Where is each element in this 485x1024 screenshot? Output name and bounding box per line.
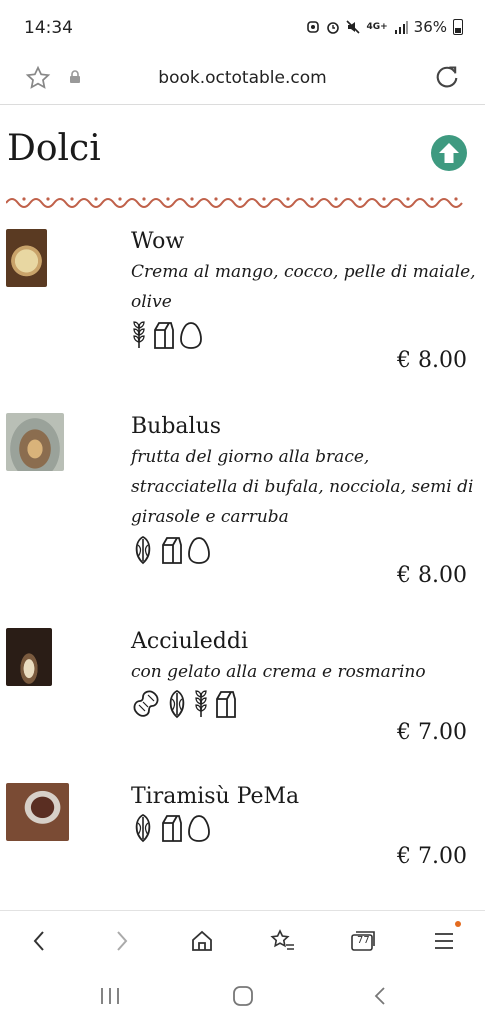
page-title: Dolci [7,128,101,169]
item-photo [6,229,47,287]
allergen-icons [131,320,203,350]
milk-carton-icon [216,691,236,718]
back-arrow-icon [374,987,385,1005]
egg-icon [188,537,210,564]
chevron-left-icon [33,931,44,951]
system-navigation-bar [0,968,485,1024]
peanut-icon [133,690,159,717]
item-name: Wow [131,229,185,254]
wheat-icon [133,321,145,348]
bookmarks-star-icon [270,929,294,950]
home-icon [192,930,212,951]
item-photo [6,628,52,686]
item-description: Crema al mango, cocco, pelle di maiale, … [131,262,476,312]
status-bar: 14:34 4G+ 36% [0,0,485,56]
item-price: € 7.00 [397,720,467,745]
nut-icon [169,689,185,719]
status-icons: 4G+ 36% [306,18,463,36]
chevron-right-icon [117,931,128,951]
home-circle-icon [233,986,253,1006]
milk-carton-icon [162,537,182,564]
forward-button[interactable] [107,927,137,955]
notification-dot [455,921,461,927]
item-price: € 8.00 [397,563,467,588]
egg-icon [188,815,210,842]
egg-icon [180,322,202,349]
back-button[interactable] [24,927,54,955]
url-text[interactable]: book.octotable.com [0,68,485,88]
item-description: frutta del giorno alla brace, stracciate… [131,447,474,527]
browser-bottom-bar: 77 [0,910,485,969]
item-description: con gelato alla crema e rosmarino [131,662,426,682]
allergen-icons [131,689,237,719]
scroll-top-button[interactable] [431,135,467,171]
alarm-clock-icon [327,22,340,34]
tabs-count: 77 [357,935,370,946]
allergen-icons [131,813,211,843]
item-name: Acciuleddi [131,629,248,654]
milk-carton-icon [154,322,174,349]
decorative-wave-divider [6,197,463,208]
menu-button[interactable] [429,921,461,955]
recent-apps-button[interactable] [97,984,123,1008]
milk-carton-icon [162,815,182,842]
status-time: 14:34 [24,18,73,38]
item-name: Bubalus [131,414,222,439]
tabs-button[interactable]: 77 [348,927,378,955]
battery-percent: 36% [413,18,447,36]
signal-icon [394,21,408,34]
nut-icon [135,535,151,565]
item-price: € 8.00 [397,348,467,373]
home-system-button[interactable] [230,984,256,1008]
network-type: 4G+ [366,21,388,32]
item-name: Tiramisù PeMa [131,784,300,809]
battery-icon [453,19,463,35]
home-button[interactable] [187,927,217,955]
item-price: € 7.00 [397,844,467,869]
nut-icon [135,813,151,843]
recent-apps-icon [101,988,119,1004]
item-photo [6,783,69,841]
reload-icon[interactable] [433,64,461,92]
hamburger-menu-icon [435,933,453,949]
back-system-button[interactable] [368,984,394,1008]
item-photo [6,413,64,471]
mute-icon [346,20,361,34]
allergen-icons [131,535,211,565]
wheat-icon [195,690,207,717]
bookmarks-button[interactable] [268,927,298,955]
address-bar: book.octotable.com [0,56,485,105]
arrow-up-icon [439,143,459,163]
alarm-icon [307,21,320,33]
